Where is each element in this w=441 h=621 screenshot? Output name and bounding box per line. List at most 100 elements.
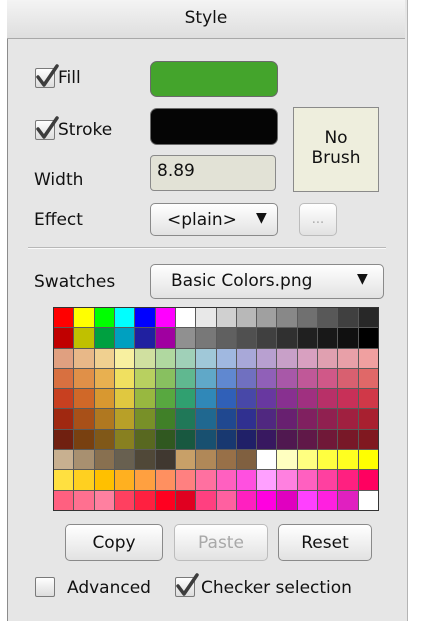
brush-preview[interactable]: No Brush [293, 107, 379, 192]
color-swatch[interactable] [297, 328, 318, 348]
paste-button[interactable]: Paste [174, 524, 268, 561]
color-swatch[interactable] [135, 470, 155, 490]
color-swatch[interactable] [196, 409, 216, 429]
color-swatch[interactable] [358, 308, 378, 328]
color-swatch[interactable] [155, 368, 175, 389]
color-swatch[interactable] [277, 308, 297, 328]
color-swatch[interactable] [54, 470, 74, 490]
color-swatch[interactable] [257, 429, 277, 450]
color-swatch[interactable] [358, 450, 378, 470]
effect-options-button[interactable]: ... [299, 203, 337, 236]
color-swatch[interactable] [257, 368, 277, 389]
color-swatch[interactable] [54, 348, 74, 368]
color-swatch[interactable] [236, 470, 257, 490]
color-swatch[interactable] [114, 450, 135, 470]
width-input[interactable]: 8.89 [150, 155, 276, 191]
color-swatch[interactable] [74, 308, 94, 328]
color-swatch[interactable] [196, 308, 216, 328]
color-swatch[interactable] [358, 368, 378, 389]
color-swatch[interactable] [114, 328, 135, 348]
color-swatch[interactable] [114, 348, 135, 368]
color-swatch[interactable] [216, 490, 236, 510]
color-swatch[interactable] [155, 409, 175, 429]
color-swatch[interactable] [297, 389, 318, 409]
color-swatch[interactable] [358, 348, 378, 368]
color-swatch[interactable] [94, 470, 114, 490]
color-swatch[interactable] [196, 368, 216, 389]
color-swatch[interactable] [358, 409, 378, 429]
color-swatch[interactable] [135, 429, 155, 450]
fill-checkbox[interactable] [35, 64, 59, 88]
color-swatch[interactable] [94, 409, 114, 429]
color-swatch[interactable] [338, 429, 358, 450]
color-swatch[interactable] [358, 328, 378, 348]
color-swatch[interactable] [297, 429, 318, 450]
color-swatch[interactable] [297, 470, 318, 490]
color-swatch[interactable] [94, 450, 114, 470]
color-swatch[interactable] [338, 389, 358, 409]
color-swatch[interactable] [74, 368, 94, 389]
color-swatch[interactable] [196, 348, 216, 368]
color-swatch[interactable] [277, 490, 297, 510]
fill-color-swatch[interactable] [150, 61, 278, 97]
color-swatch[interactable] [114, 308, 135, 328]
color-swatch[interactable] [236, 389, 257, 409]
color-swatch[interactable] [236, 490, 257, 510]
color-swatch[interactable] [236, 409, 257, 429]
color-swatch[interactable] [277, 450, 297, 470]
color-swatch[interactable] [135, 348, 155, 368]
color-swatch[interactable] [236, 368, 257, 389]
effect-dropdown[interactable]: <plain> ▼ [150, 203, 278, 236]
color-swatch[interactable] [155, 328, 175, 348]
color-swatch[interactable] [338, 348, 358, 368]
color-swatch[interactable] [54, 389, 74, 409]
color-swatch[interactable] [196, 450, 216, 470]
color-swatch[interactable] [54, 429, 74, 450]
color-swatch[interactable] [54, 308, 74, 328]
color-swatch[interactable] [135, 328, 155, 348]
color-swatch[interactable] [338, 490, 358, 510]
color-swatch[interactable] [318, 389, 338, 409]
color-swatch[interactable] [236, 429, 257, 450]
color-swatch[interactable] [74, 490, 94, 510]
color-swatch[interactable] [54, 409, 74, 429]
color-swatch[interactable] [318, 470, 338, 490]
color-swatch[interactable] [74, 348, 94, 368]
color-swatch[interactable] [216, 328, 236, 348]
color-swatch[interactable] [175, 409, 196, 429]
color-swatch[interactable] [196, 470, 216, 490]
color-swatch[interactable] [257, 308, 277, 328]
color-swatch[interactable] [257, 389, 277, 409]
color-swatch[interactable] [94, 328, 114, 348]
color-swatch[interactable] [155, 450, 175, 470]
color-swatch[interactable] [358, 389, 378, 409]
color-swatch[interactable] [135, 409, 155, 429]
color-swatch[interactable] [54, 328, 74, 348]
color-swatch[interactable] [236, 348, 257, 368]
color-swatch[interactable] [74, 429, 94, 450]
color-swatch[interactable] [175, 470, 196, 490]
color-swatch[interactable] [358, 429, 378, 450]
color-swatch[interactable] [155, 308, 175, 328]
color-swatch[interactable] [318, 348, 338, 368]
color-swatch[interactable] [318, 490, 338, 510]
color-swatch[interactable] [318, 368, 338, 389]
color-swatch[interactable] [216, 348, 236, 368]
reset-button[interactable]: Reset [278, 524, 372, 561]
stroke-checkbox[interactable] [35, 116, 59, 140]
color-swatch[interactable] [318, 328, 338, 348]
color-swatch[interactable] [257, 490, 277, 510]
color-swatch[interactable] [94, 429, 114, 450]
color-swatch[interactable] [94, 389, 114, 409]
color-swatch[interactable] [297, 409, 318, 429]
color-swatch[interactable] [318, 409, 338, 429]
color-swatch[interactable] [277, 368, 297, 389]
color-swatch[interactable] [277, 429, 297, 450]
color-swatch[interactable] [196, 328, 216, 348]
color-swatch[interactable] [277, 409, 297, 429]
color-swatch[interactable] [135, 368, 155, 389]
color-swatch[interactable] [257, 470, 277, 490]
color-swatch[interactable] [216, 368, 236, 389]
color-swatch[interactable] [74, 389, 94, 409]
copy-button[interactable]: Copy [65, 524, 163, 561]
